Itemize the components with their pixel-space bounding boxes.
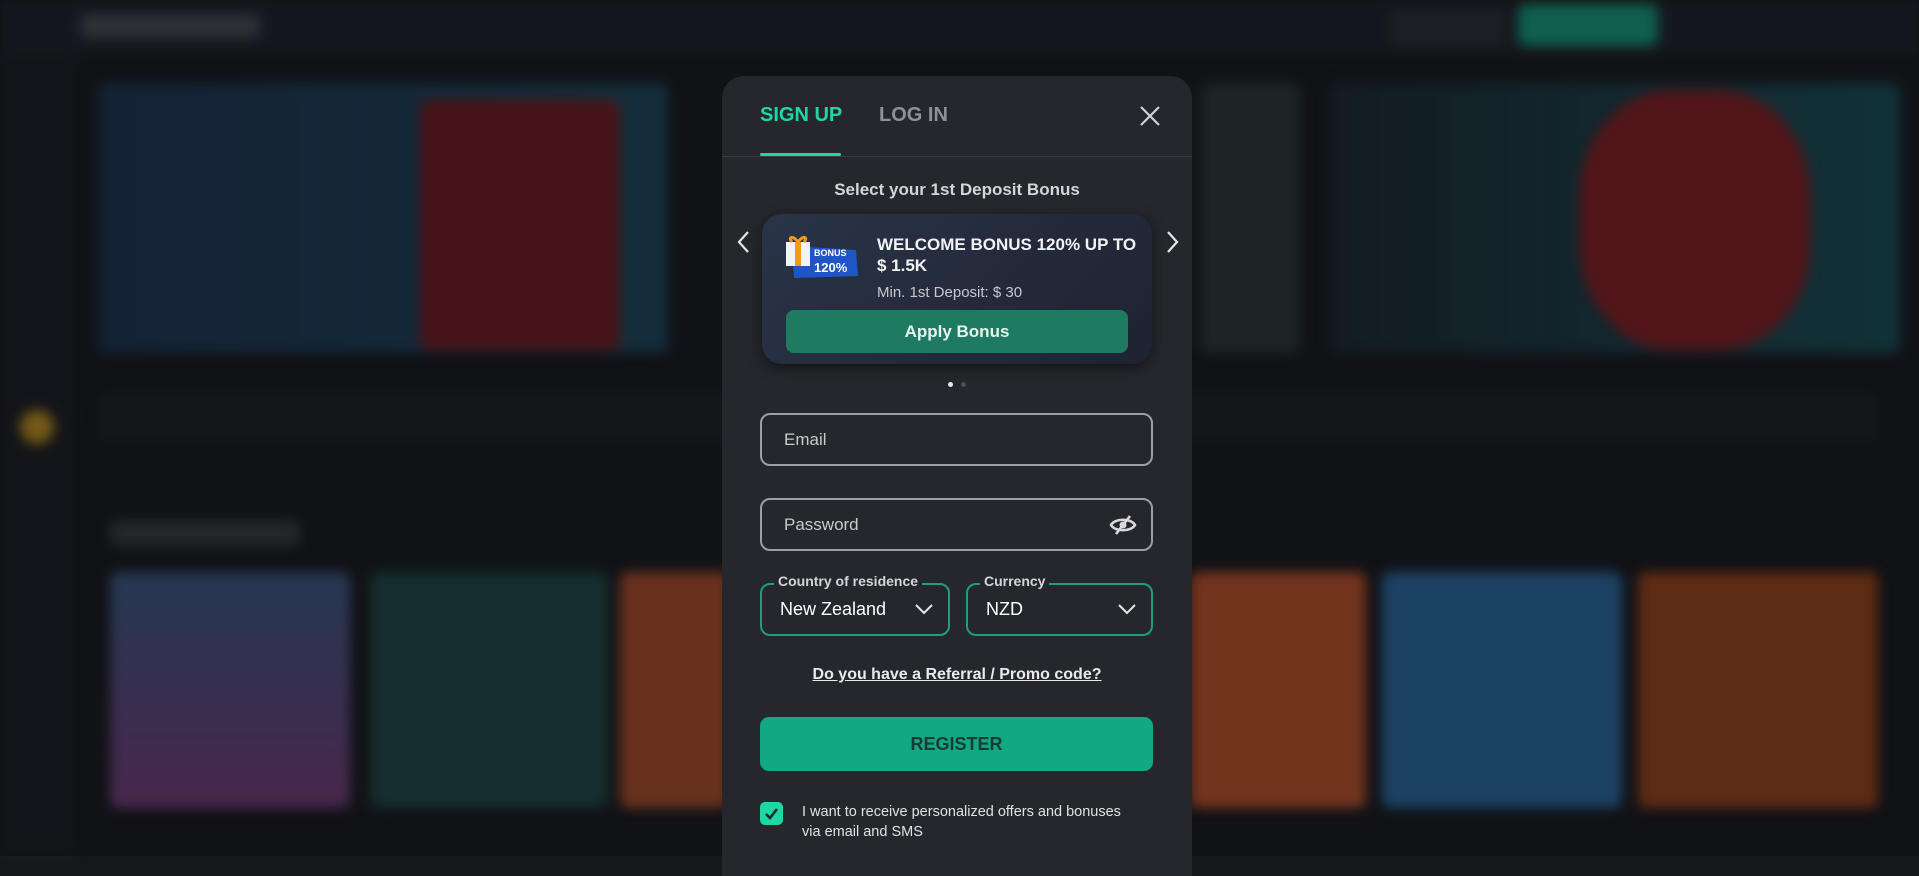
country-label: Country of residence <box>774 573 923 589</box>
offers-checkbox-label: I want to receive personalized offers an… <box>802 804 1121 840</box>
country-value: New Zealand <box>780 599 887 619</box>
carousel-dots <box>722 382 1192 387</box>
tab-sign-up[interactable]: SIGN UP <box>760 104 842 127</box>
bonus-card: BONUS 120% WELCOME BONUS 120% UP TO $ 1.… <box>762 214 1152 364</box>
email-field[interactable]: Email <box>760 413 1153 466</box>
eye-off-icon[interactable] <box>1109 514 1137 536</box>
carousel-dot[interactable] <box>961 382 966 387</box>
country-select[interactable]: Country of residence New Zealand <box>760 573 950 636</box>
currency-value: NZD <box>986 599 1023 619</box>
badge-percent: 120% <box>814 260 848 275</box>
bonus-min-deposit: Min. 1st Deposit: $ 30 <box>877 284 1023 301</box>
badge-word: BONUS <box>814 248 847 258</box>
checkmark-icon <box>765 808 779 820</box>
currency-select[interactable]: Currency NZD <box>966 573 1153 636</box>
close-icon[interactable] <box>1138 104 1162 128</box>
offers-checkbox[interactable] <box>760 802 783 825</box>
carousel-dot[interactable] <box>948 382 953 387</box>
password-field[interactable]: Password <box>760 498 1153 551</box>
divider <box>722 156 1192 157</box>
email-placeholder: Email <box>784 429 827 449</box>
chevron-left-icon[interactable] <box>734 229 754 255</box>
signup-modal: SIGN UP LOG IN Select your 1st Deposit B… <box>722 76 1192 876</box>
apply-bonus-button[interactable]: Apply Bonus <box>786 310 1128 353</box>
promo-code-link[interactable]: Do you have a Referral / Promo code? <box>722 666 1192 684</box>
chevron-right-icon[interactable] <box>1162 229 1182 255</box>
chevron-down-icon <box>915 604 933 615</box>
tab-log-in[interactable]: LOG IN <box>879 104 948 127</box>
register-button[interactable]: REGISTER <box>760 717 1153 771</box>
bonus-heading: Select your 1st Deposit Bonus <box>834 180 1080 199</box>
chevron-down-icon <box>1118 604 1136 615</box>
password-placeholder: Password <box>784 514 859 534</box>
currency-label: Currency <box>980 573 1050 589</box>
bonus-title: WELCOME BONUS 120% UP TO $ 1.5K <box>877 235 1137 275</box>
bonus-gift-icon: BONUS 120% <box>786 235 858 278</box>
